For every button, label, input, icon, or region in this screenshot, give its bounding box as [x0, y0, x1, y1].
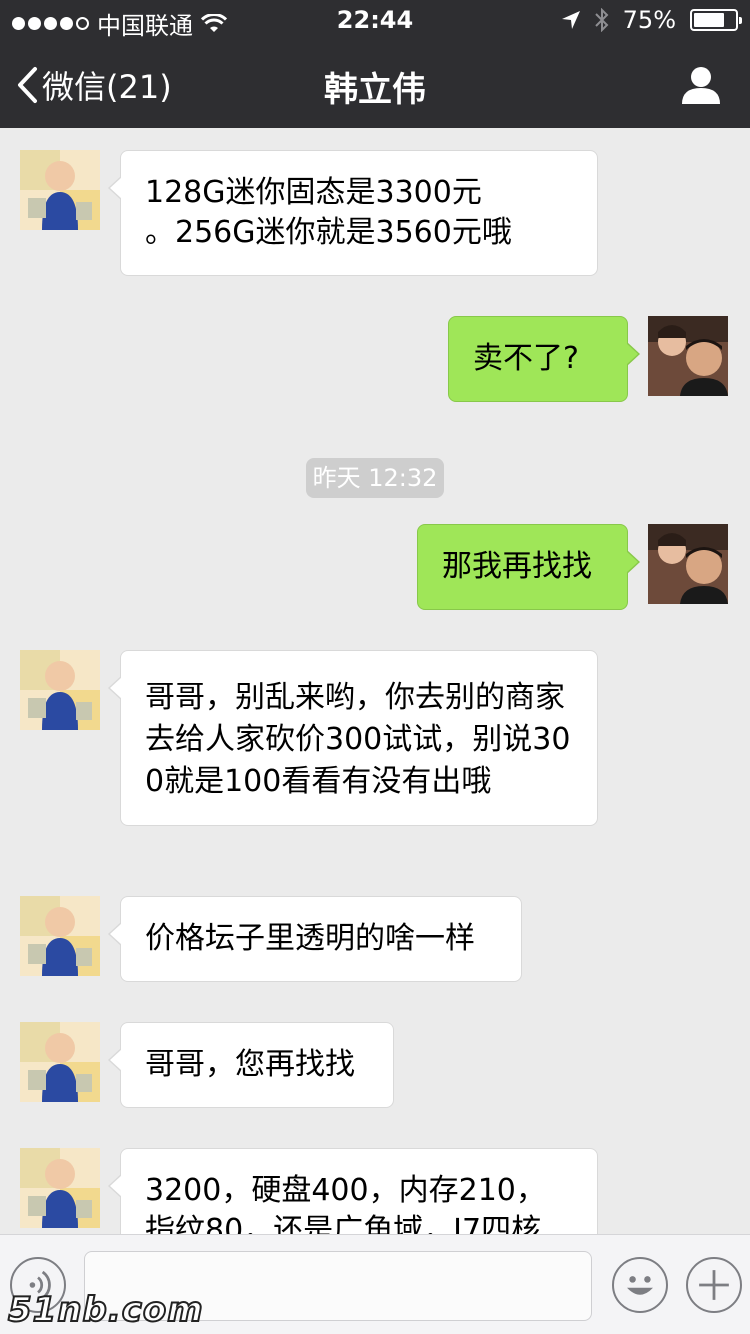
message-bubble[interactable]: 128G迷你固态是3300元 。256G迷你就是3560元哦	[108, 150, 598, 276]
nav-bar: 微信(21) 韩立伟	[0, 40, 750, 128]
bluetooth-icon	[594, 8, 609, 32]
timestamp-divider: 昨天 12:32	[306, 458, 444, 498]
message-bubble[interactable]: 价格坛子里透明的啥一样	[108, 896, 522, 982]
contact-avatar[interactable]	[20, 650, 100, 730]
contact-avatar[interactable]	[20, 1148, 100, 1228]
contact-avatar[interactable]	[20, 896, 100, 976]
location-arrow-icon	[561, 11, 580, 29]
battery-percent: 75%	[622, 6, 676, 34]
emoji-button[interactable]	[612, 1257, 668, 1313]
chat-area[interactable]: 128G迷你固态是3300元 。256G迷你就是3560元哦 卖不了? 昨天 1…	[0, 128, 750, 1234]
status-bar: 中国联通 22:44 75%	[0, 0, 750, 40]
status-right: 75%	[561, 6, 742, 34]
more-actions-button[interactable]	[686, 1257, 742, 1313]
watermark: 51nb.com	[7, 1289, 204, 1331]
message-bubble[interactable]: 3200，硬盘400，内存210，指纹80，还是广角域，I7四核	[108, 1148, 598, 1234]
my-avatar[interactable]	[648, 316, 728, 396]
chat-title: 韩立伟	[324, 70, 426, 110]
contact-info-button[interactable]	[680, 64, 722, 106]
message-bubble[interactable]: 卖不了?	[448, 316, 640, 402]
message-bubble[interactable]: 哥哥，别乱来哟，你去别的商家去给人家砍价300试试，别说300就是100看看有没…	[108, 650, 598, 826]
my-avatar[interactable]	[648, 524, 728, 604]
contact-avatar[interactable]	[20, 1022, 100, 1102]
contact-avatar[interactable]	[20, 150, 100, 230]
message-bubble[interactable]: 哥哥，您再找找	[108, 1022, 394, 1108]
message-bubble[interactable]: 那我再找找	[417, 524, 640, 610]
battery-icon	[690, 9, 742, 31]
